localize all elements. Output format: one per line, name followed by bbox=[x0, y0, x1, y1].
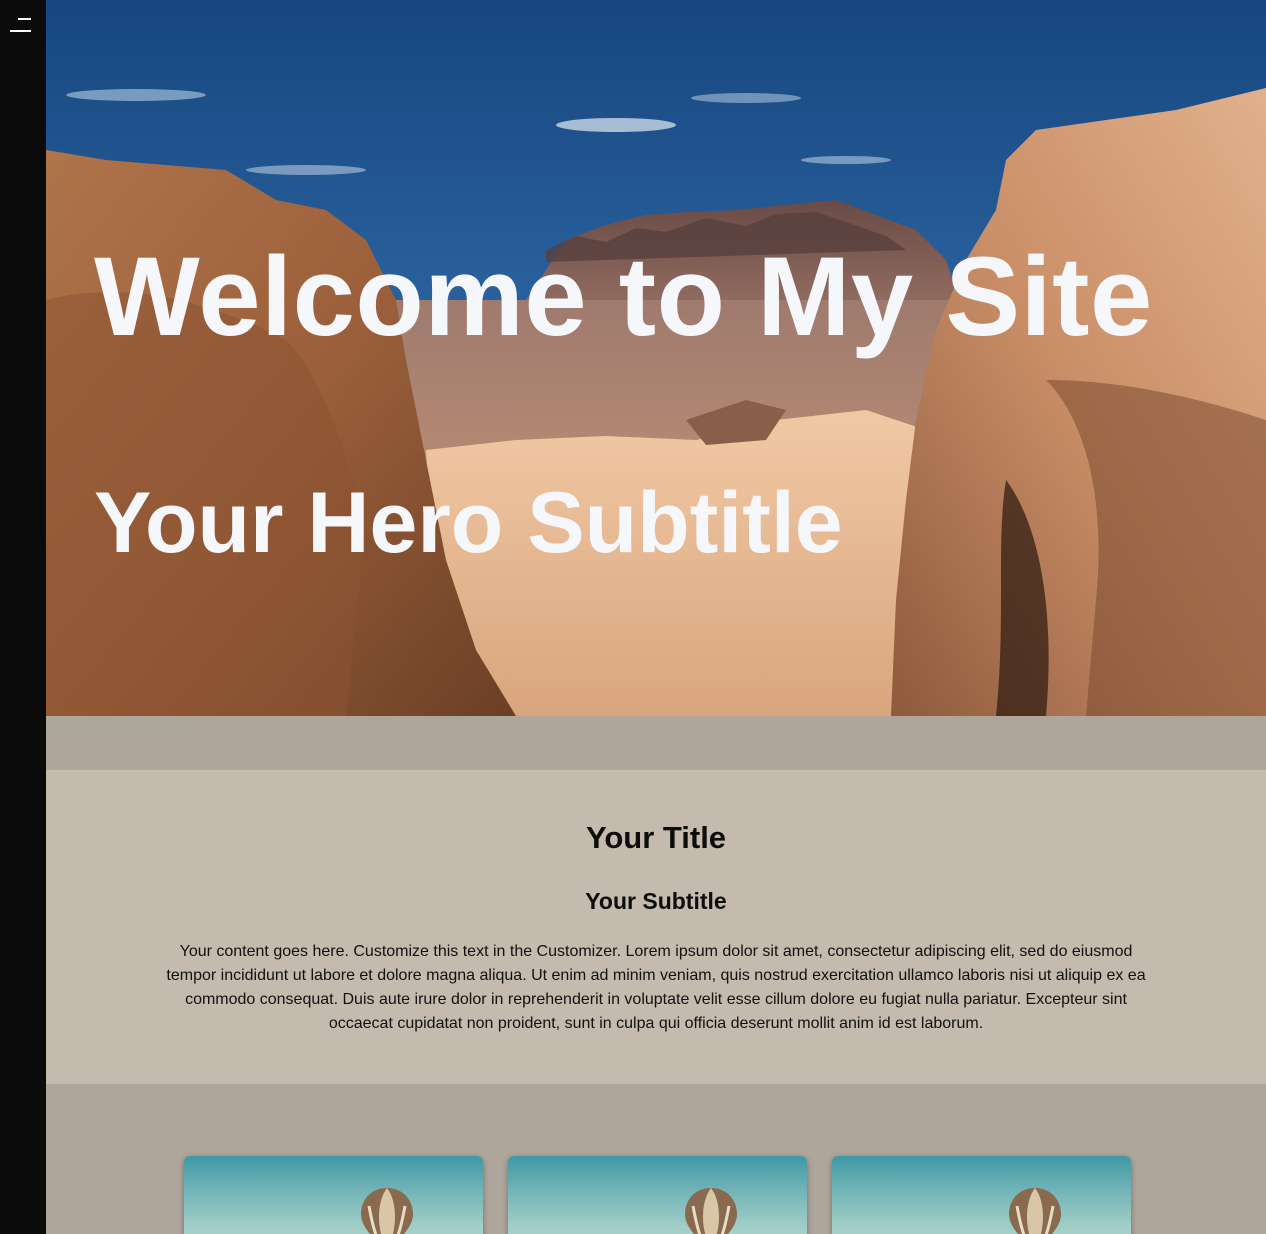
hero-title: Welcome to My Site bbox=[94, 234, 1153, 359]
card-3[interactable] bbox=[832, 1156, 1131, 1234]
content-section: Your Title Your Subtitle Your content go… bbox=[46, 770, 1266, 1084]
sidebar bbox=[0, 0, 46, 1234]
hot-air-balloon-image bbox=[361, 1188, 413, 1234]
hot-air-balloon-image bbox=[685, 1188, 737, 1234]
hamburger-menu-icon[interactable] bbox=[10, 14, 32, 34]
hero-subtitle: Your Hero Subtitle bbox=[94, 475, 843, 571]
hero-section: Welcome to My Site Your Hero Subtitle bbox=[46, 0, 1266, 716]
content-subtitle: Your Subtitle bbox=[585, 888, 727, 914]
card-1[interactable] bbox=[184, 1156, 483, 1234]
main-content: Welcome to My Site Your Hero Subtitle Yo… bbox=[46, 0, 1266, 1234]
content-body-text: Your content goes here. Customize this t… bbox=[166, 943, 1146, 1032]
hot-air-balloon-image bbox=[1009, 1188, 1061, 1234]
card-2[interactable] bbox=[508, 1156, 807, 1234]
section-divider-band bbox=[46, 716, 1266, 770]
content-title: Your Title bbox=[585, 820, 727, 855]
cards-section bbox=[46, 1084, 1266, 1234]
